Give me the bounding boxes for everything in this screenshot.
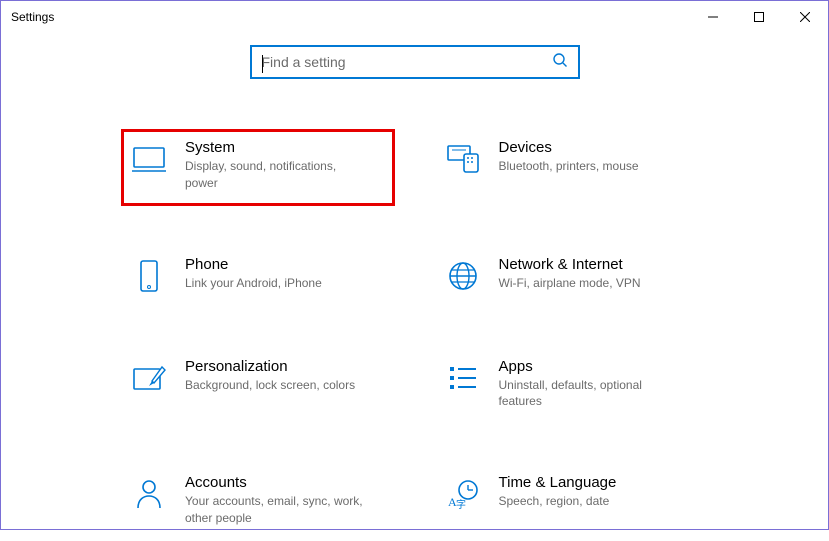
tile-desc: Your accounts, email, sync, work, other … (185, 493, 365, 527)
settings-grid: System Display, sound, notifications, po… (1, 79, 828, 541)
search-icon (552, 52, 568, 73)
tile-label: Time & Language (499, 474, 617, 491)
tile-label: Personalization (185, 358, 355, 375)
search-input[interactable] (262, 54, 552, 70)
tile-text: Network & Internet Wi-Fi, airplane mode,… (499, 256, 641, 292)
search-box[interactable] (250, 45, 580, 79)
tile-text: Time & Language Speech, region, date (499, 474, 617, 510)
tile-devices[interactable]: Devices Bluetooth, printers, mouse (435, 129, 709, 206)
tile-desc: Wi-Fi, airplane mode, VPN (499, 275, 641, 292)
tile-desc: Uninstall, defaults, optional features (499, 377, 679, 411)
tile-text: Phone Link your Android, iPhone (185, 256, 322, 292)
tile-system[interactable]: System Display, sound, notifications, po… (121, 129, 395, 206)
search-container (1, 33, 828, 79)
tile-text: Apps Uninstall, defaults, optional featu… (499, 358, 679, 411)
svg-text:字: 字 (456, 498, 466, 510)
minimize-button[interactable] (690, 1, 736, 33)
tile-text: Accounts Your accounts, email, sync, wor… (185, 474, 365, 527)
tile-text: System Display, sound, notifications, po… (185, 139, 365, 192)
text-caret (262, 55, 263, 73)
close-icon (800, 12, 810, 22)
apps-list-icon (445, 360, 481, 396)
tile-desc: Display, sound, notifications, power (185, 158, 365, 192)
minimize-icon (708, 12, 718, 22)
globe-icon (445, 258, 481, 294)
tile-label: Network & Internet (499, 256, 641, 273)
window-controls (690, 1, 828, 33)
tile-label: System (185, 139, 365, 156)
close-button[interactable] (782, 1, 828, 33)
tile-desc: Link your Android, iPhone (185, 275, 322, 292)
tile-desc: Speech, region, date (499, 493, 617, 510)
tile-desc: Bluetooth, printers, mouse (499, 158, 639, 175)
tile-label: Apps (499, 358, 679, 375)
tile-desc: Background, lock screen, colors (185, 377, 355, 394)
tile-personalization[interactable]: Personalization Background, lock screen,… (121, 348, 395, 425)
titlebar: Settings (1, 1, 828, 33)
tile-apps[interactable]: Apps Uninstall, defaults, optional featu… (435, 348, 709, 425)
window-title: Settings (11, 10, 54, 24)
person-icon (131, 476, 167, 512)
tile-network[interactable]: Network & Internet Wi-Fi, airplane mode,… (435, 246, 709, 308)
tile-label: Accounts (185, 474, 365, 491)
system-icon (131, 141, 167, 177)
tile-accounts[interactable]: Accounts Your accounts, email, sync, wor… (121, 464, 395, 541)
tile-text: Devices Bluetooth, printers, mouse (499, 139, 639, 175)
tile-phone[interactable]: Phone Link your Android, iPhone (121, 246, 395, 308)
maximize-button[interactable] (736, 1, 782, 33)
tile-text: Personalization Background, lock screen,… (185, 358, 355, 394)
tile-label: Devices (499, 139, 639, 156)
tile-label: Phone (185, 256, 322, 273)
time-language-icon: A字 (445, 476, 481, 512)
paintbrush-icon (131, 360, 167, 396)
tile-time[interactable]: A字 Time & Language Speech, region, date (435, 464, 709, 541)
maximize-icon (754, 12, 764, 22)
devices-icon (445, 141, 481, 177)
phone-icon (131, 258, 167, 294)
